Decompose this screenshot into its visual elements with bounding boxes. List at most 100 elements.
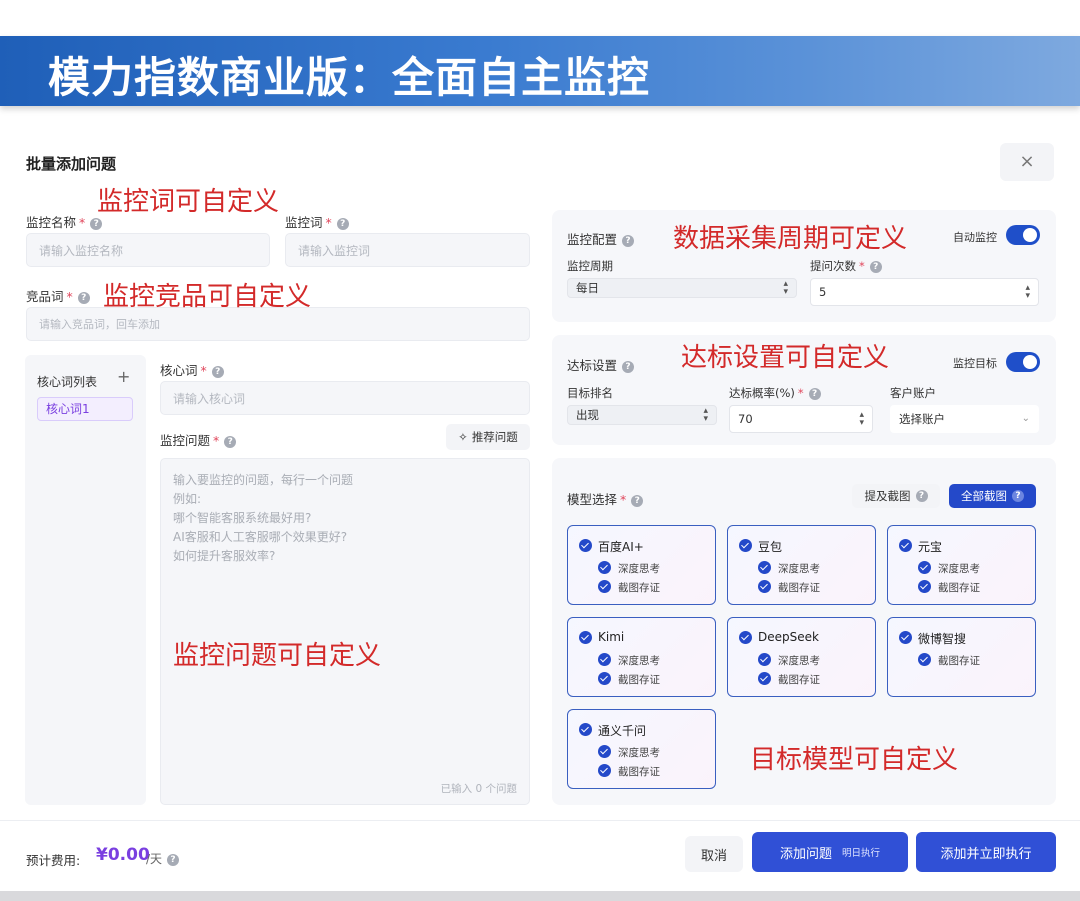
period-select[interactable]: 每日 ▴ ▾ [567, 278, 797, 298]
model-card-doubao[interactable]: 豆包 深度思考 截图存证 [727, 525, 876, 605]
check-icon[interactable] [598, 745, 611, 758]
annotation-monitor-word: 监控词可自定义 [97, 187, 280, 217]
rank-value: 出现 [576, 408, 599, 422]
model-card-yuanbao[interactable]: 元宝 深度思考 截图存证 [887, 525, 1036, 605]
check-icon[interactable] [918, 653, 931, 666]
monitor-question-textarea[interactable]: 输入要监控的问题，每行一个问题 例如: 哪个智能客服系统最好用? AI客服和人工… [160, 458, 530, 805]
ask-count-label-text: 提问次数 [810, 259, 856, 273]
monitor-config-title-text: 监控配置 [567, 232, 618, 247]
help-icon[interactable]: ? [622, 360, 635, 373]
competitor-word-label: 竞品词 *? [26, 286, 90, 305]
check-icon[interactable] [918, 561, 931, 574]
monitor-name-label: 监控名称 *? [26, 212, 103, 231]
model-option: 截图存证 [618, 766, 660, 778]
check-icon[interactable] [598, 672, 611, 685]
prob-value: 70 [738, 412, 753, 426]
add-question-sublabel: 明日执行 [842, 848, 881, 859]
check-icon [739, 631, 752, 644]
account-select[interactable]: 选择账户 ⌄ [890, 405, 1039, 433]
model-select-title-text: 模型选择 [567, 492, 618, 507]
fee-value: ¥0.00 [96, 845, 150, 865]
core-word-item[interactable]: 核心词1 [37, 397, 133, 421]
cancel-button[interactable]: 取消 [685, 836, 743, 872]
help-icon[interactable]: ? [77, 291, 90, 304]
model-card-baidu[interactable]: 百度AI+ 深度思考 截图存证 [567, 525, 716, 605]
help-icon[interactable]: ? [90, 217, 103, 230]
auto-monitor-toggle[interactable] [1006, 225, 1040, 245]
help-icon[interactable]: ? [224, 435, 237, 448]
core-word-label-text: 核心词 [160, 363, 198, 378]
help-icon[interactable]: ? [808, 387, 821, 400]
add-and-run-button[interactable]: 添加并立即执行 [916, 832, 1056, 872]
model-card-weibo[interactable]: 微博智搜 截图存证 [887, 617, 1036, 697]
top-margin [0, 0, 1080, 36]
help-icon[interactable]: ? [869, 260, 882, 273]
check-icon[interactable] [758, 653, 771, 666]
target-settings-title: 达标设置? [567, 355, 635, 374]
prob-input[interactable]: 70 ▴ ▾ [729, 405, 873, 433]
annotation-target: 达标设置可自定义 [681, 343, 890, 373]
period-label: 监控周期 [567, 259, 613, 273]
core-word-input[interactable]: 请输入核心词 [160, 381, 530, 415]
select-arrow-icon: ▴ ▾ [703, 406, 708, 424]
fee-unit-text: /天 [146, 852, 163, 866]
banner: 模力指数商业版：全面自主监控 [0, 36, 1080, 106]
help-icon: ? [915, 490, 928, 502]
ask-count-input[interactable]: 5 ▴ ▾ [810, 278, 1039, 306]
ask-count-label: 提问次数 *? [810, 258, 882, 274]
suggest-questions-button[interactable]: ✧ 推荐问题 [446, 424, 530, 450]
model-card-kimi[interactable]: Kimi 深度思考 截图存证 [567, 617, 716, 697]
add-question-button[interactable]: 添加问题 明日执行 [752, 832, 908, 872]
target-toggle[interactable] [1006, 352, 1040, 372]
model-option: 截图存证 [778, 674, 820, 686]
model-option: 深度思考 [778, 563, 820, 575]
batch-add-dialog: 批量添加问题 × 监控名称 *? 请输入监控名称 监控词 *? 请输入监控词 竞品词… [0, 125, 1080, 891]
sparkle-icon: ✧ [458, 430, 468, 444]
prob-label-text: 达标概率(%) [729, 386, 795, 400]
check-icon[interactable] [598, 653, 611, 666]
rank-select[interactable]: 出现 ▴ ▾ [567, 405, 717, 425]
monitor-word-label-text: 监控词 [285, 215, 323, 230]
all-screenshot-button[interactable]: 全部截图? [949, 484, 1036, 508]
model-option: 深度思考 [618, 747, 660, 759]
dialog-footer: 预计费用: ¥0.00 /天? 取消 添加问题 明日执行 添加并立即执行 [0, 820, 1080, 891]
add-core-word-icon[interactable]: + [117, 367, 130, 386]
placeholder-line: 输入要监控的问题，每行一个问题 [173, 473, 354, 487]
check-icon[interactable] [758, 580, 771, 593]
model-card-tongyi[interactable]: 通义千问 深度思考 截图存证 [567, 709, 716, 789]
auto-monitor-label: 自动监控 [953, 231, 997, 244]
annotation-question: 监控问题可自定义 [173, 641, 382, 671]
model-card-deepseek[interactable]: DeepSeek 深度思考 截图存证 [727, 617, 876, 697]
help-icon[interactable]: ? [631, 494, 644, 507]
help-icon[interactable]: ? [336, 217, 349, 230]
model-option: 深度思考 [778, 655, 820, 667]
mention-screenshot-button[interactable]: 提及截图? [852, 484, 940, 508]
ask-count-value: 5 [819, 285, 827, 299]
monitor-word-input[interactable]: 请输入监控词 [285, 233, 530, 267]
model-option: 深度思考 [938, 563, 980, 575]
account-label: 客户账户 [890, 386, 936, 400]
check-icon [899, 539, 912, 552]
close-button[interactable]: × [1000, 143, 1054, 181]
model-name: 百度AI+ [598, 540, 644, 554]
competitor-word-label-text: 竞品词 [26, 289, 64, 304]
check-icon [899, 631, 912, 644]
check-icon[interactable] [758, 672, 771, 685]
help-icon[interactable]: ? [167, 853, 180, 866]
check-icon [739, 539, 752, 552]
check-icon[interactable] [758, 561, 771, 574]
monitor-name-input[interactable]: 请输入监控名称 [26, 233, 270, 267]
monitor-question-label-text: 监控问题 [160, 433, 211, 448]
stepper-arrow-icon[interactable]: ▴ ▾ [859, 411, 864, 428]
check-icon[interactable] [598, 561, 611, 574]
model-option: 深度思考 [618, 655, 660, 667]
check-icon[interactable] [598, 580, 611, 593]
check-icon[interactable] [918, 580, 931, 593]
core-word-list: 核心词列表 + 核心词1 [25, 355, 146, 805]
core-word-label: 核心词 *? [160, 360, 224, 379]
monitor-question-label: 监控问题 *? [160, 430, 237, 449]
check-icon[interactable] [598, 764, 611, 777]
stepper-arrow-icon[interactable]: ▴ ▾ [1025, 284, 1030, 301]
help-icon[interactable]: ? [622, 234, 635, 247]
help-icon[interactable]: ? [211, 365, 224, 378]
